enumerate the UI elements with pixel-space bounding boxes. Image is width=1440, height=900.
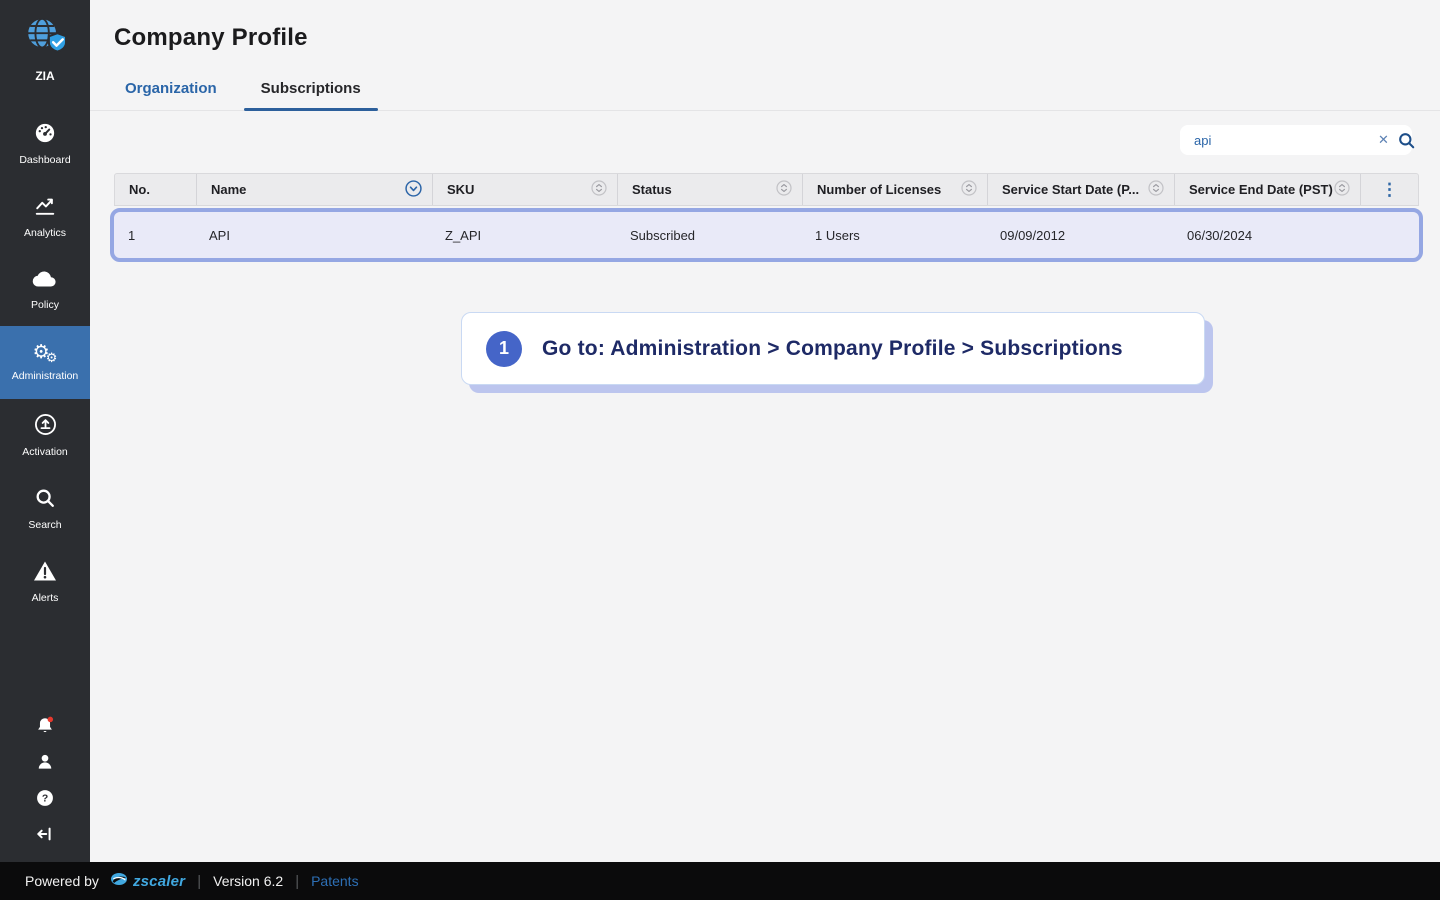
- analytics-chart-icon: [34, 195, 56, 222]
- sort-both-icon[interactable]: [961, 180, 977, 199]
- main-content: Company Profile Organization Subscriptio…: [90, 0, 1440, 862]
- clear-search-icon[interactable]: ✕: [1370, 132, 1397, 148]
- dashboard-gauge-icon: [34, 122, 56, 149]
- version-label: Version 6.2: [213, 873, 284, 889]
- step-number-badge: 1: [486, 330, 522, 367]
- user-icon[interactable]: [35, 744, 55, 780]
- sidebar-nav: Dashboard Analytics Policy ⚙ ⚙ Administr…: [0, 107, 90, 618]
- zscaler-brand: zscaler: [109, 871, 185, 892]
- table-menu: ⋮: [1360, 174, 1418, 205]
- sidebar-item-analytics[interactable]: Analytics: [0, 180, 90, 253]
- column-header-end-date[interactable]: Service End Date (PST): [1174, 174, 1360, 205]
- zia-globe-shield-icon: [22, 14, 68, 65]
- policy-cloud-icon: [32, 269, 58, 294]
- footer-separator: |: [295, 872, 300, 890]
- sort-both-icon[interactable]: [591, 180, 607, 199]
- sidebar-item-label: Alerts: [31, 591, 59, 604]
- column-header-sku[interactable]: SKU: [432, 174, 617, 205]
- sort-both-icon[interactable]: [1148, 180, 1164, 199]
- footer-bar: Powered by zscaler | Version 6.2 | Paten…: [0, 862, 1440, 900]
- tab-subscriptions[interactable]: Subscriptions: [243, 80, 378, 111]
- sidebar-item-administration[interactable]: ⚙ ⚙ Administration: [0, 326, 90, 399]
- sidebar-item-label: Analytics: [23, 226, 66, 239]
- cell-name: API: [209, 227, 230, 243]
- search-icon[interactable]: [1397, 131, 1416, 150]
- search-box: ✕: [1180, 125, 1415, 155]
- logout-icon[interactable]: [35, 816, 55, 852]
- notifications-bell-icon[interactable]: [34, 708, 56, 744]
- cell-status: Subscribed: [630, 227, 696, 243]
- sidebar-item-dashboard[interactable]: Dashboard: [0, 107, 90, 180]
- cell-sku: Z_API: [445, 227, 482, 243]
- search-row: ✕: [90, 111, 1440, 167]
- sidebar-item-search[interactable]: Search: [0, 472, 90, 545]
- sort-both-icon[interactable]: [776, 180, 792, 199]
- help-icon[interactable]: ?: [35, 780, 55, 816]
- sidebar-item-alerts[interactable]: Alerts: [0, 545, 90, 618]
- cell-end-date: 06/30/2024: [1187, 227, 1253, 243]
- sidebar-item-activation[interactable]: Activation: [0, 399, 90, 472]
- sidebar-bottom-icons: ?: [0, 708, 90, 862]
- column-header-no[interactable]: No.: [115, 174, 196, 205]
- sidebar-item-label: Dashboard: [19, 153, 71, 166]
- table-row[interactable]: 1 API Z_API Subscribed 1 Users 09/09/201…: [110, 208, 1423, 262]
- zscaler-brand-name: zscaler: [132, 872, 186, 890]
- sidebar-item-label: Policy: [30, 298, 59, 311]
- sort-both-icon[interactable]: [1334, 180, 1350, 199]
- zia-logo[interactable]: ZIA: [0, 0, 90, 93]
- sidebar-item-label: Activation: [22, 446, 68, 458]
- cell-licenses: 1 Users: [815, 227, 860, 243]
- tab-bar: Organization Subscriptions: [90, 80, 1440, 111]
- zia-logo-label: ZIA: [35, 69, 55, 83]
- column-header-status[interactable]: Status: [617, 174, 802, 205]
- column-header-name[interactable]: Name: [196, 174, 432, 205]
- page-title: Company Profile: [114, 24, 308, 51]
- tab-organization[interactable]: Organization: [121, 80, 221, 110]
- sidebar-item-label: Administration: [11, 370, 79, 382]
- kebab-menu-icon[interactable]: ⋮: [1381, 181, 1398, 198]
- column-header-start-date[interactable]: Service Start Date (P...: [987, 174, 1174, 205]
- sort-active-desc-icon[interactable]: [405, 179, 422, 200]
- search-icon: [34, 487, 56, 514]
- cell-no: 1: [128, 227, 136, 243]
- instruction-callout: 1 Go to: Administration > Company Profil…: [461, 312, 1205, 385]
- zscaler-logo-icon: [109, 871, 129, 892]
- patents-link[interactable]: Patents: [311, 873, 358, 889]
- sidebar: ZIA Dashboard Analytics Policy ⚙ ⚙ Admin…: [0, 0, 90, 862]
- sidebar-item-label: Search: [28, 518, 62, 531]
- cell-start-date: 09/09/2012: [1000, 227, 1066, 243]
- app-window: ZIA Dashboard Analytics Policy ⚙ ⚙ Admin…: [0, 0, 1440, 900]
- table-header: No. Name SKU Status Number of Licenses S…: [114, 173, 1419, 206]
- svg-text:?: ?: [42, 794, 48, 805]
- administration-gears-icon: ⚙ ⚙: [32, 341, 58, 366]
- alerts-warning-icon: [33, 560, 57, 587]
- column-header-licenses[interactable]: Number of Licenses: [802, 174, 987, 205]
- footer-separator: |: [197, 872, 202, 890]
- activation-upload-icon: [34, 413, 57, 441]
- search-input[interactable]: [1194, 132, 1370, 148]
- subscriptions-table: No. Name SKU Status Number of Licenses S…: [110, 173, 1423, 262]
- powered-by-label: Powered by: [25, 873, 99, 889]
- instruction-text: Go to: Administration > Company Profile …: [542, 336, 1123, 360]
- sidebar-item-policy[interactable]: Policy: [0, 253, 90, 326]
